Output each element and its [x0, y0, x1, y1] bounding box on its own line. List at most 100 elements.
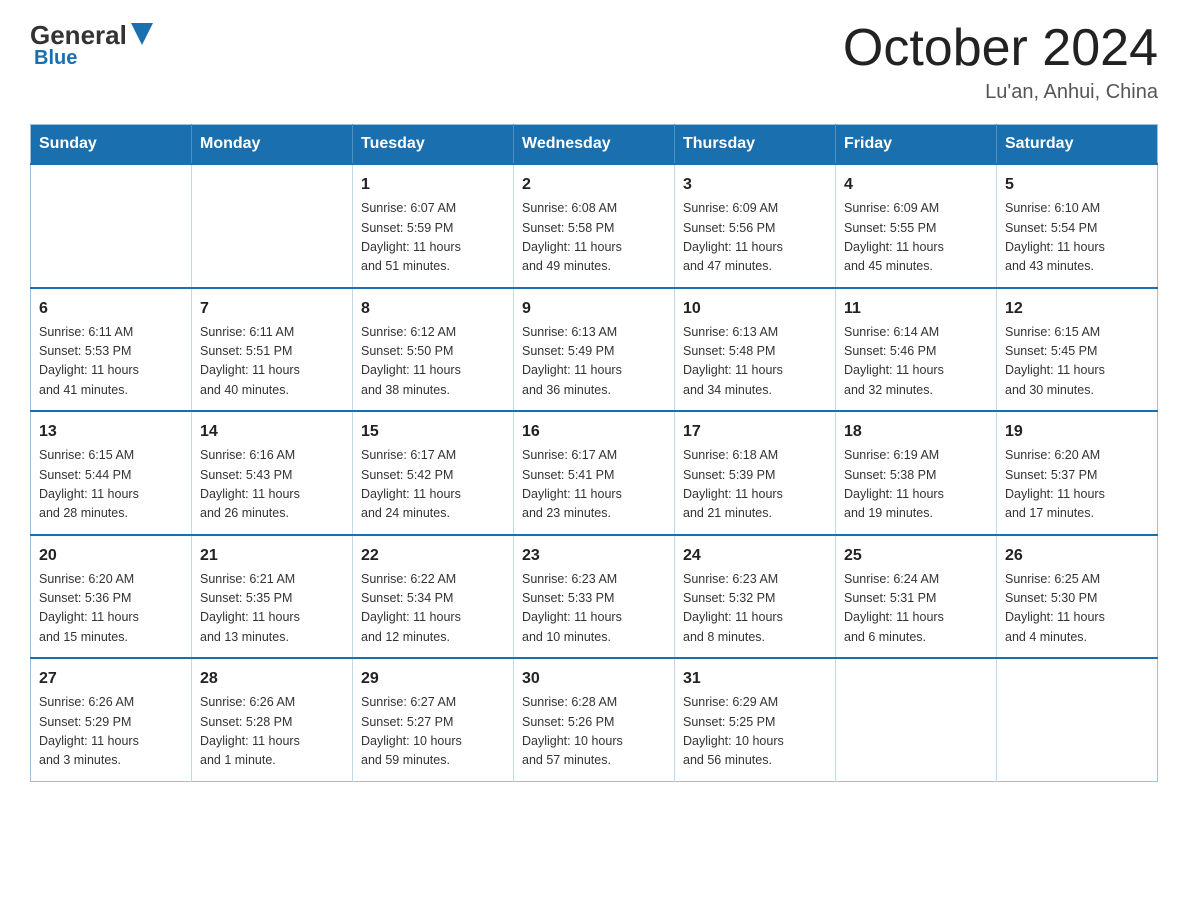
calendar-cell: 2Sunrise: 6:08 AM Sunset: 5:58 PM Daylig… [514, 164, 675, 288]
calendar-cell: 15Sunrise: 6:17 AM Sunset: 5:42 PM Dayli… [353, 411, 514, 535]
calendar-week-row: 27Sunrise: 6:26 AM Sunset: 5:29 PM Dayli… [31, 658, 1158, 781]
day-info: Sunrise: 6:28 AM Sunset: 5:26 PM Dayligh… [522, 693, 666, 771]
column-header-tuesday: Tuesday [353, 125, 514, 165]
day-number: 20 [39, 544, 183, 568]
day-info: Sunrise: 6:15 AM Sunset: 5:44 PM Dayligh… [39, 446, 183, 524]
title-block: October 2024 Lu'an, Anhui, China [843, 20, 1158, 104]
calendar-week-row: 20Sunrise: 6:20 AM Sunset: 5:36 PM Dayli… [31, 535, 1158, 659]
calendar-cell: 13Sunrise: 6:15 AM Sunset: 5:44 PM Dayli… [31, 411, 192, 535]
day-number: 1 [361, 173, 505, 197]
calendar-cell: 14Sunrise: 6:16 AM Sunset: 5:43 PM Dayli… [192, 411, 353, 535]
calendar-cell: 30Sunrise: 6:28 AM Sunset: 5:26 PM Dayli… [514, 658, 675, 781]
calendar-week-row: 13Sunrise: 6:15 AM Sunset: 5:44 PM Dayli… [31, 411, 1158, 535]
day-number: 17 [683, 420, 827, 444]
page-header: General Blue October 2024 Lu'an, Anhui, … [30, 20, 1158, 104]
calendar-table: SundayMondayTuesdayWednesdayThursdayFrid… [30, 124, 1158, 782]
day-number: 22 [361, 544, 505, 568]
day-info: Sunrise: 6:25 AM Sunset: 5:30 PM Dayligh… [1005, 570, 1149, 648]
calendar-cell: 3Sunrise: 6:09 AM Sunset: 5:56 PM Daylig… [675, 164, 836, 288]
day-number: 23 [522, 544, 666, 568]
calendar-cell: 7Sunrise: 6:11 AM Sunset: 5:51 PM Daylig… [192, 288, 353, 412]
calendar-cell: 19Sunrise: 6:20 AM Sunset: 5:37 PM Dayli… [997, 411, 1158, 535]
column-header-thursday: Thursday [675, 125, 836, 165]
logo: General Blue [30, 20, 153, 70]
day-info: Sunrise: 6:07 AM Sunset: 5:59 PM Dayligh… [361, 199, 505, 277]
calendar-cell: 27Sunrise: 6:26 AM Sunset: 5:29 PM Dayli… [31, 658, 192, 781]
day-info: Sunrise: 6:09 AM Sunset: 5:56 PM Dayligh… [683, 199, 827, 277]
day-number: 28 [200, 667, 344, 691]
calendar-cell: 28Sunrise: 6:26 AM Sunset: 5:28 PM Dayli… [192, 658, 353, 781]
day-number: 9 [522, 297, 666, 321]
day-number: 11 [844, 297, 988, 321]
column-header-friday: Friday [836, 125, 997, 165]
day-number: 30 [522, 667, 666, 691]
day-info: Sunrise: 6:14 AM Sunset: 5:46 PM Dayligh… [844, 323, 988, 401]
day-number: 4 [844, 173, 988, 197]
day-info: Sunrise: 6:22 AM Sunset: 5:34 PM Dayligh… [361, 570, 505, 648]
day-number: 21 [200, 544, 344, 568]
calendar-cell [192, 164, 353, 288]
day-info: Sunrise: 6:26 AM Sunset: 5:28 PM Dayligh… [200, 693, 344, 771]
column-header-monday: Monday [192, 125, 353, 165]
day-number: 14 [200, 420, 344, 444]
calendar-cell: 12Sunrise: 6:15 AM Sunset: 5:45 PM Dayli… [997, 288, 1158, 412]
calendar-cell: 5Sunrise: 6:10 AM Sunset: 5:54 PM Daylig… [997, 164, 1158, 288]
day-number: 19 [1005, 420, 1149, 444]
day-number: 25 [844, 544, 988, 568]
day-info: Sunrise: 6:18 AM Sunset: 5:39 PM Dayligh… [683, 446, 827, 524]
day-number: 26 [1005, 544, 1149, 568]
day-info: Sunrise: 6:19 AM Sunset: 5:38 PM Dayligh… [844, 446, 988, 524]
calendar-cell: 26Sunrise: 6:25 AM Sunset: 5:30 PM Dayli… [997, 535, 1158, 659]
day-info: Sunrise: 6:23 AM Sunset: 5:33 PM Dayligh… [522, 570, 666, 648]
subtitle: Lu'an, Anhui, China [843, 81, 1158, 104]
calendar-cell: 11Sunrise: 6:14 AM Sunset: 5:46 PM Dayli… [836, 288, 997, 412]
day-info: Sunrise: 6:11 AM Sunset: 5:53 PM Dayligh… [39, 323, 183, 401]
day-info: Sunrise: 6:10 AM Sunset: 5:54 PM Dayligh… [1005, 199, 1149, 277]
day-info: Sunrise: 6:08 AM Sunset: 5:58 PM Dayligh… [522, 199, 666, 277]
day-info: Sunrise: 6:20 AM Sunset: 5:36 PM Dayligh… [39, 570, 183, 648]
day-number: 29 [361, 667, 505, 691]
calendar-cell: 31Sunrise: 6:29 AM Sunset: 5:25 PM Dayli… [675, 658, 836, 781]
main-title: October 2024 [843, 20, 1158, 77]
day-number: 3 [683, 173, 827, 197]
day-number: 7 [200, 297, 344, 321]
calendar-header-row: SundayMondayTuesdayWednesdayThursdayFrid… [31, 125, 1158, 165]
day-info: Sunrise: 6:09 AM Sunset: 5:55 PM Dayligh… [844, 199, 988, 277]
logo-blue-text: Blue [34, 47, 77, 69]
calendar-cell: 17Sunrise: 6:18 AM Sunset: 5:39 PM Dayli… [675, 411, 836, 535]
day-number: 16 [522, 420, 666, 444]
day-number: 13 [39, 420, 183, 444]
column-header-saturday: Saturday [997, 125, 1158, 165]
calendar-cell [997, 658, 1158, 781]
calendar-cell: 6Sunrise: 6:11 AM Sunset: 5:53 PM Daylig… [31, 288, 192, 412]
day-info: Sunrise: 6:26 AM Sunset: 5:29 PM Dayligh… [39, 693, 183, 771]
day-number: 31 [683, 667, 827, 691]
calendar-cell: 8Sunrise: 6:12 AM Sunset: 5:50 PM Daylig… [353, 288, 514, 412]
day-info: Sunrise: 6:15 AM Sunset: 5:45 PM Dayligh… [1005, 323, 1149, 401]
day-info: Sunrise: 6:17 AM Sunset: 5:42 PM Dayligh… [361, 446, 505, 524]
day-info: Sunrise: 6:23 AM Sunset: 5:32 PM Dayligh… [683, 570, 827, 648]
calendar-cell [31, 164, 192, 288]
day-number: 24 [683, 544, 827, 568]
day-number: 8 [361, 297, 505, 321]
calendar-week-row: 6Sunrise: 6:11 AM Sunset: 5:53 PM Daylig… [31, 288, 1158, 412]
column-header-wednesday: Wednesday [514, 125, 675, 165]
calendar-cell: 23Sunrise: 6:23 AM Sunset: 5:33 PM Dayli… [514, 535, 675, 659]
day-number: 6 [39, 297, 183, 321]
day-info: Sunrise: 6:13 AM Sunset: 5:48 PM Dayligh… [683, 323, 827, 401]
calendar-cell: 1Sunrise: 6:07 AM Sunset: 5:59 PM Daylig… [353, 164, 514, 288]
calendar-cell: 24Sunrise: 6:23 AM Sunset: 5:32 PM Dayli… [675, 535, 836, 659]
calendar-cell: 10Sunrise: 6:13 AM Sunset: 5:48 PM Dayli… [675, 288, 836, 412]
calendar-cell: 25Sunrise: 6:24 AM Sunset: 5:31 PM Dayli… [836, 535, 997, 659]
calendar-cell: 9Sunrise: 6:13 AM Sunset: 5:49 PM Daylig… [514, 288, 675, 412]
column-header-sunday: Sunday [31, 125, 192, 165]
day-number: 15 [361, 420, 505, 444]
calendar-cell: 18Sunrise: 6:19 AM Sunset: 5:38 PM Dayli… [836, 411, 997, 535]
logo-triangle-icon [131, 23, 153, 45]
calendar-cell: 20Sunrise: 6:20 AM Sunset: 5:36 PM Dayli… [31, 535, 192, 659]
day-info: Sunrise: 6:24 AM Sunset: 5:31 PM Dayligh… [844, 570, 988, 648]
day-number: 18 [844, 420, 988, 444]
day-number: 27 [39, 667, 183, 691]
day-number: 5 [1005, 173, 1149, 197]
day-info: Sunrise: 6:12 AM Sunset: 5:50 PM Dayligh… [361, 323, 505, 401]
